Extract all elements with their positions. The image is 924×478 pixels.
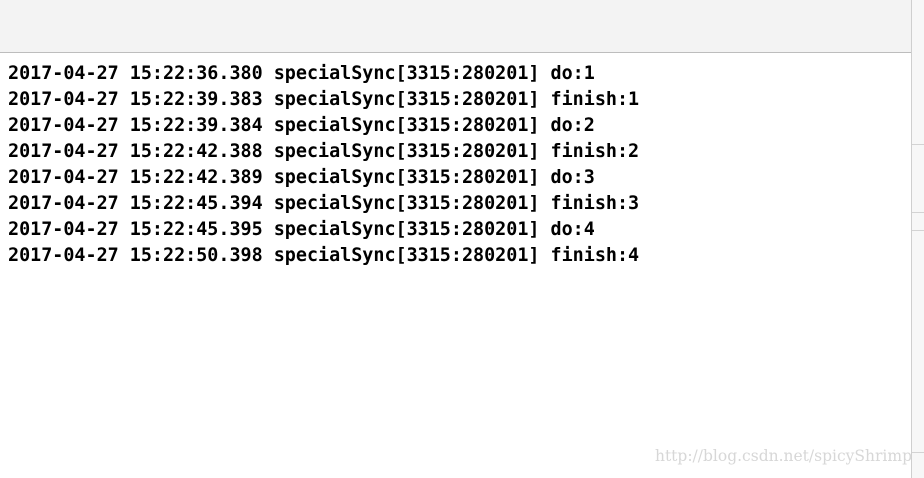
panel-divider xyxy=(912,212,924,213)
panel-divider xyxy=(912,452,924,453)
console-output-area[interactable]: 2017-04-27 15:22:36.380 specialSync[3315… xyxy=(0,53,911,478)
log-line: 2017-04-27 15:22:39.384 specialSync[3315… xyxy=(8,115,595,136)
watermark-text: http://blog.csdn.net/spicyShrimp xyxy=(654,447,912,465)
log-line: 2017-04-27 15:22:45.394 specialSync[3315… xyxy=(8,193,640,214)
log-list: 2017-04-27 15:22:36.380 specialSync[3315… xyxy=(8,61,639,269)
log-line: 2017-04-27 15:22:45.395 specialSync[3315… xyxy=(8,219,595,240)
console-toolbar xyxy=(0,0,912,53)
log-line: 2017-04-27 15:22:50.398 specialSync[3315… xyxy=(8,245,640,266)
log-line: 2017-04-27 15:22:42.389 specialSync[3315… xyxy=(8,167,595,188)
log-line: 2017-04-27 15:22:39.383 specialSync[3315… xyxy=(8,89,640,110)
panel-divider xyxy=(912,230,924,231)
panel-divider xyxy=(912,144,924,145)
log-line: 2017-04-27 15:22:36.380 specialSync[3315… xyxy=(8,63,595,84)
right-side-panel-edge xyxy=(911,0,924,478)
log-line: 2017-04-27 15:22:42.388 specialSync[3315… xyxy=(8,141,640,162)
